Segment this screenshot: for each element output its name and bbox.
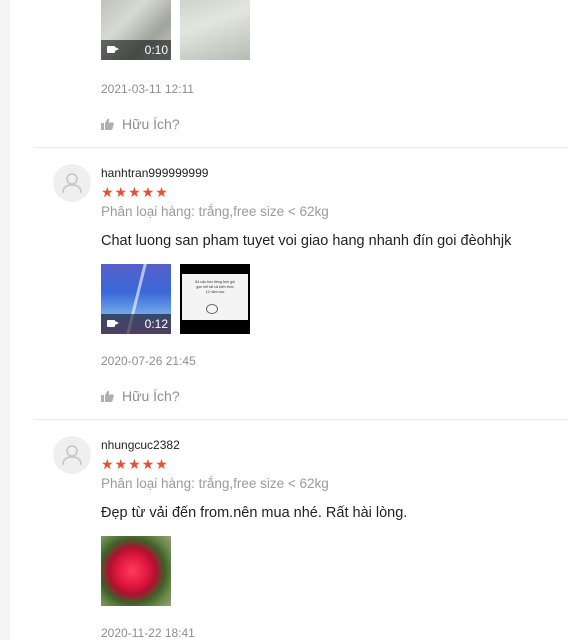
review-comment: Đẹp từ vải đến from.nên mua nhé. Rất hài… [101,505,408,521]
user-icon [62,445,82,466]
rating-stars: ★★★★★ [101,456,169,472]
review-media [101,536,401,606]
product-variant: Phân loại hàng: trắng,free size < 62kg [101,476,329,491]
video-camera-icon [107,320,119,327]
helpful-label: Hữu Ích? [122,388,180,404]
video-duration-bar: 0:12 [101,314,171,334]
thumbs-up-icon [101,118,114,130]
video-duration-bar: 0:10 [101,40,171,60]
reviewer-username[interactable]: hanhtran999999999 [101,166,208,180]
review-item: hanhtran999999999 ★★★★★ Phân loại hàng: … [0,148,568,420]
review-image-thumbnail[interactable] [180,0,250,60]
image-caption: 84 cấu trúc tiếng Anh gói gọn hết tất cả… [195,280,235,294]
review-timestamp: 2020-11-22 18:41 [101,626,195,640]
review-comment: Chat luong san pham tuyet voi giao hang … [101,233,512,249]
video-camera-icon [107,46,119,53]
video-duration: 0:10 [144,43,168,57]
helpful-button[interactable]: Hữu Ích? [101,388,180,404]
helpful-button[interactable]: Hữu Ích? [101,116,180,132]
avatar[interactable] [53,164,91,202]
avatar[interactable] [53,436,91,474]
review-video-thumbnail[interactable]: 0:10 [101,0,171,60]
review-media: 0:10 [101,0,401,60]
review-image-thumbnail[interactable]: 84 cấu trúc tiếng Anh gói gọn hết tất cả… [180,264,250,334]
user-icon [62,173,82,194]
helpful-label: Hữu Ích? [122,116,180,132]
product-variant: Phân loại hàng: trắng,free size < 62kg [101,204,329,219]
review-item: 0:10 2021-03-11 12:11 Hữu Ích? [0,0,568,148]
review-timestamp: 2021-03-11 12:11 [101,82,194,96]
rating-stars: ★★★★★ [101,184,169,200]
review-item: nhungcuc2382 ★★★★★ Phân loại hàng: trắng… [0,420,568,640]
review-timestamp: 2020-07-26 21:45 [101,354,196,368]
reviewer-username[interactable]: nhungcuc2382 [101,438,180,452]
review-image-thumbnail[interactable] [101,536,171,606]
review-media: 0:12 84 cấu trúc tiếng Anh gói gọn hết t… [101,264,401,334]
review-video-thumbnail[interactable]: 0:12 [101,264,171,334]
video-duration: 0:12 [144,317,168,331]
thumbs-up-icon [101,390,114,402]
